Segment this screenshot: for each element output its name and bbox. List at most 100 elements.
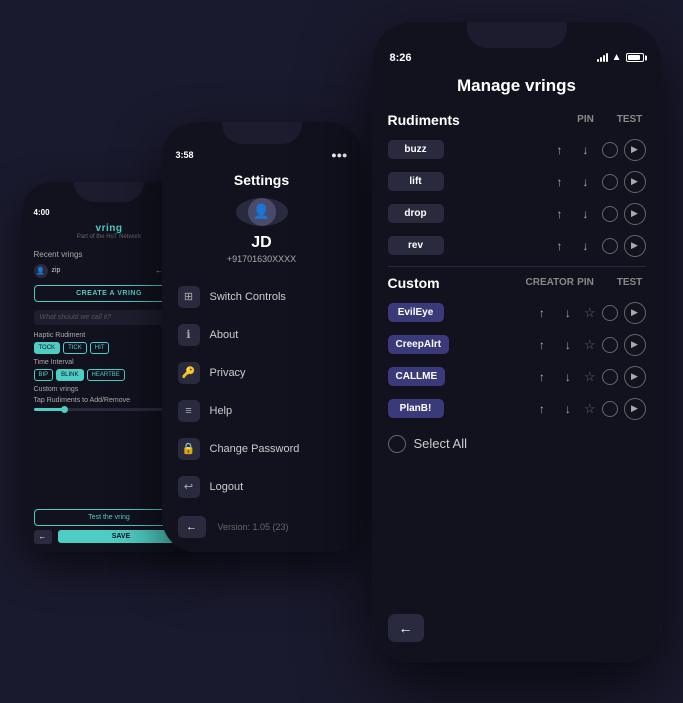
- mid-icons: ●●●: [331, 150, 347, 160]
- planb-up[interactable]: ↑: [532, 399, 552, 419]
- planb-pin-radio[interactable]: [602, 401, 618, 417]
- signal-icon: [597, 53, 608, 62]
- chip-tick[interactable]: TICK: [63, 342, 87, 354]
- back-button[interactable]: ←: [34, 530, 52, 544]
- drop-controls: ↑ ↓ ▶: [450, 203, 646, 225]
- lift-controls: ↑ ↓ ▶: [450, 171, 646, 193]
- version-label: Version: 1.05 (23): [218, 522, 289, 532]
- creepalrt-down[interactable]: ↓: [558, 335, 578, 355]
- drop-down[interactable]: ↓: [576, 204, 596, 224]
- custom-row-creepalrt: CreepAlrt ↑ ↓ ☆ ▶: [372, 329, 662, 361]
- planb-star[interactable]: ☆: [584, 401, 596, 417]
- chip-tock[interactable]: TOCK: [34, 342, 61, 354]
- chip-blink[interactable]: BLINK: [56, 369, 83, 381]
- help-label: Help: [210, 405, 233, 417]
- menu-item-change-password[interactable]: 🔒 Change Password: [162, 430, 362, 468]
- drop-pin-radio[interactable]: [602, 206, 618, 222]
- planb-down[interactable]: ↓: [558, 399, 578, 419]
- custom-pin-col-label: PIN: [570, 277, 602, 288]
- callme-star[interactable]: ☆: [584, 369, 596, 385]
- buzz-tag: buzz: [388, 140, 444, 159]
- rev-up[interactable]: ↑: [550, 236, 570, 256]
- drop-tag: drop: [388, 204, 444, 223]
- buzz-up[interactable]: ↑: [550, 140, 570, 160]
- callme-up[interactable]: ↑: [532, 367, 552, 387]
- about-icon: ℹ: [178, 324, 200, 346]
- menu-item-about[interactable]: ℹ About: [162, 316, 362, 354]
- chip-heartbeat[interactable]: HEARTBE: [87, 369, 125, 381]
- right-back-button[interactable]: ←: [388, 614, 424, 642]
- planb-play[interactable]: ▶: [624, 398, 646, 420]
- lock-icon: 🔒: [178, 438, 200, 460]
- lift-pin-radio[interactable]: [602, 174, 618, 190]
- rudiment-row-lift: lift ↑ ↓ ▶: [372, 166, 662, 198]
- rev-controls: ↑ ↓ ▶: [450, 235, 646, 257]
- select-all-label: Select All: [414, 436, 467, 451]
- menu-item-help[interactable]: ≡ Help: [162, 392, 362, 430]
- custom-col-labels: CREATOR PIN TEST: [526, 277, 646, 288]
- planb-controls: ↑ ↓ ☆ ▶: [450, 398, 646, 420]
- callme-pin-radio[interactable]: [602, 369, 618, 385]
- callme-down[interactable]: ↓: [558, 367, 578, 387]
- switch-controls-label: Switch Controls: [210, 291, 286, 303]
- buzz-pin-radio[interactable]: [602, 142, 618, 158]
- select-all-row[interactable]: Select All: [372, 425, 662, 463]
- creepalrt-star[interactable]: ☆: [584, 337, 596, 353]
- settings-title: Settings: [162, 164, 362, 198]
- lift-play[interactable]: ▶: [624, 171, 646, 193]
- chip-bip[interactable]: BIP: [34, 369, 54, 381]
- slider-thumb[interactable]: [61, 406, 68, 413]
- drop-play[interactable]: ▶: [624, 203, 646, 225]
- manage-vrings-title: Manage vrings: [372, 70, 662, 108]
- custom-row-evileye: EvilEye ↑ ↓ ☆ ▶: [372, 297, 662, 329]
- creator-col-label: CREATOR: [526, 277, 558, 288]
- chip-hit[interactable]: HIT: [90, 342, 110, 354]
- buzz-play[interactable]: ▶: [624, 139, 646, 161]
- test-col-label: TEST: [614, 114, 646, 125]
- buzz-down[interactable]: ↓: [576, 140, 596, 160]
- slider-fill: [34, 408, 64, 411]
- rudiments-col-labels: PIN TEST: [570, 114, 646, 125]
- right-footer: ←: [372, 604, 662, 662]
- creepalrt-play[interactable]: ▶: [624, 334, 646, 356]
- avatar-icon: 👤: [248, 198, 276, 226]
- rev-play[interactable]: ▶: [624, 235, 646, 257]
- creepalrt-controls: ↑ ↓ ☆ ▶: [455, 334, 645, 356]
- evileye-up[interactable]: ↑: [532, 303, 552, 323]
- creepalrt-up[interactable]: ↑: [532, 335, 552, 355]
- wifi-icon: ▲: [612, 52, 622, 63]
- custom-header: Custom CREATOR PIN TEST: [372, 271, 662, 297]
- evileye-play[interactable]: ▶: [624, 302, 646, 324]
- right-time: 8:26: [390, 52, 412, 64]
- evileye-tag: EvilEye: [388, 303, 444, 322]
- custom-title: Custom: [388, 275, 440, 291]
- select-all-radio[interactable]: [388, 435, 406, 453]
- logout-icon: ↩: [178, 476, 200, 498]
- phone-middle: 3:58 ●●● Settings 👤 JD +91701630XXXX ⊞ S…: [162, 122, 362, 552]
- evileye-controls: ↑ ↓ ☆ ▶: [450, 302, 646, 324]
- privacy-icon: 🔑: [178, 362, 200, 384]
- lift-up[interactable]: ↑: [550, 172, 570, 192]
- menu-item-logout[interactable]: ↩ Logout: [162, 468, 362, 506]
- mid-back-button[interactable]: ←: [178, 516, 206, 538]
- planb-tag: PlanB!: [388, 399, 444, 418]
- menu-item-switch-controls[interactable]: ⊞ Switch Controls: [162, 278, 362, 316]
- rev-down[interactable]: ↓: [576, 236, 596, 256]
- callme-play[interactable]: ▶: [624, 366, 646, 388]
- rudiment-row-buzz: buzz ↑ ↓ ▶: [372, 134, 662, 166]
- evileye-star[interactable]: ☆: [584, 305, 596, 321]
- action-row: ← SAVE: [34, 530, 185, 544]
- rev-pin-radio[interactable]: [602, 238, 618, 254]
- creepalrt-tag: CreepAlrt: [388, 335, 450, 354]
- evileye-pin-radio[interactable]: [602, 305, 618, 321]
- evileye-down[interactable]: ↓: [558, 303, 578, 323]
- lift-down[interactable]: ↓: [576, 172, 596, 192]
- menu-item-privacy[interactable]: 🔑 Privacy: [162, 354, 362, 392]
- phone-right: 8:26 ▲ Manage vrings Rudiments: [372, 22, 662, 662]
- recent-name: zip: [52, 267, 151, 274]
- rudiment-row-rev: rev ↑ ↓ ▶: [372, 230, 662, 262]
- creepalrt-pin-radio[interactable]: [602, 337, 618, 353]
- battery-icon: [626, 53, 644, 62]
- drop-up[interactable]: ↑: [550, 204, 570, 224]
- phones-container: 4:00 ●● vring Part of the HoT Network Re…: [22, 22, 662, 682]
